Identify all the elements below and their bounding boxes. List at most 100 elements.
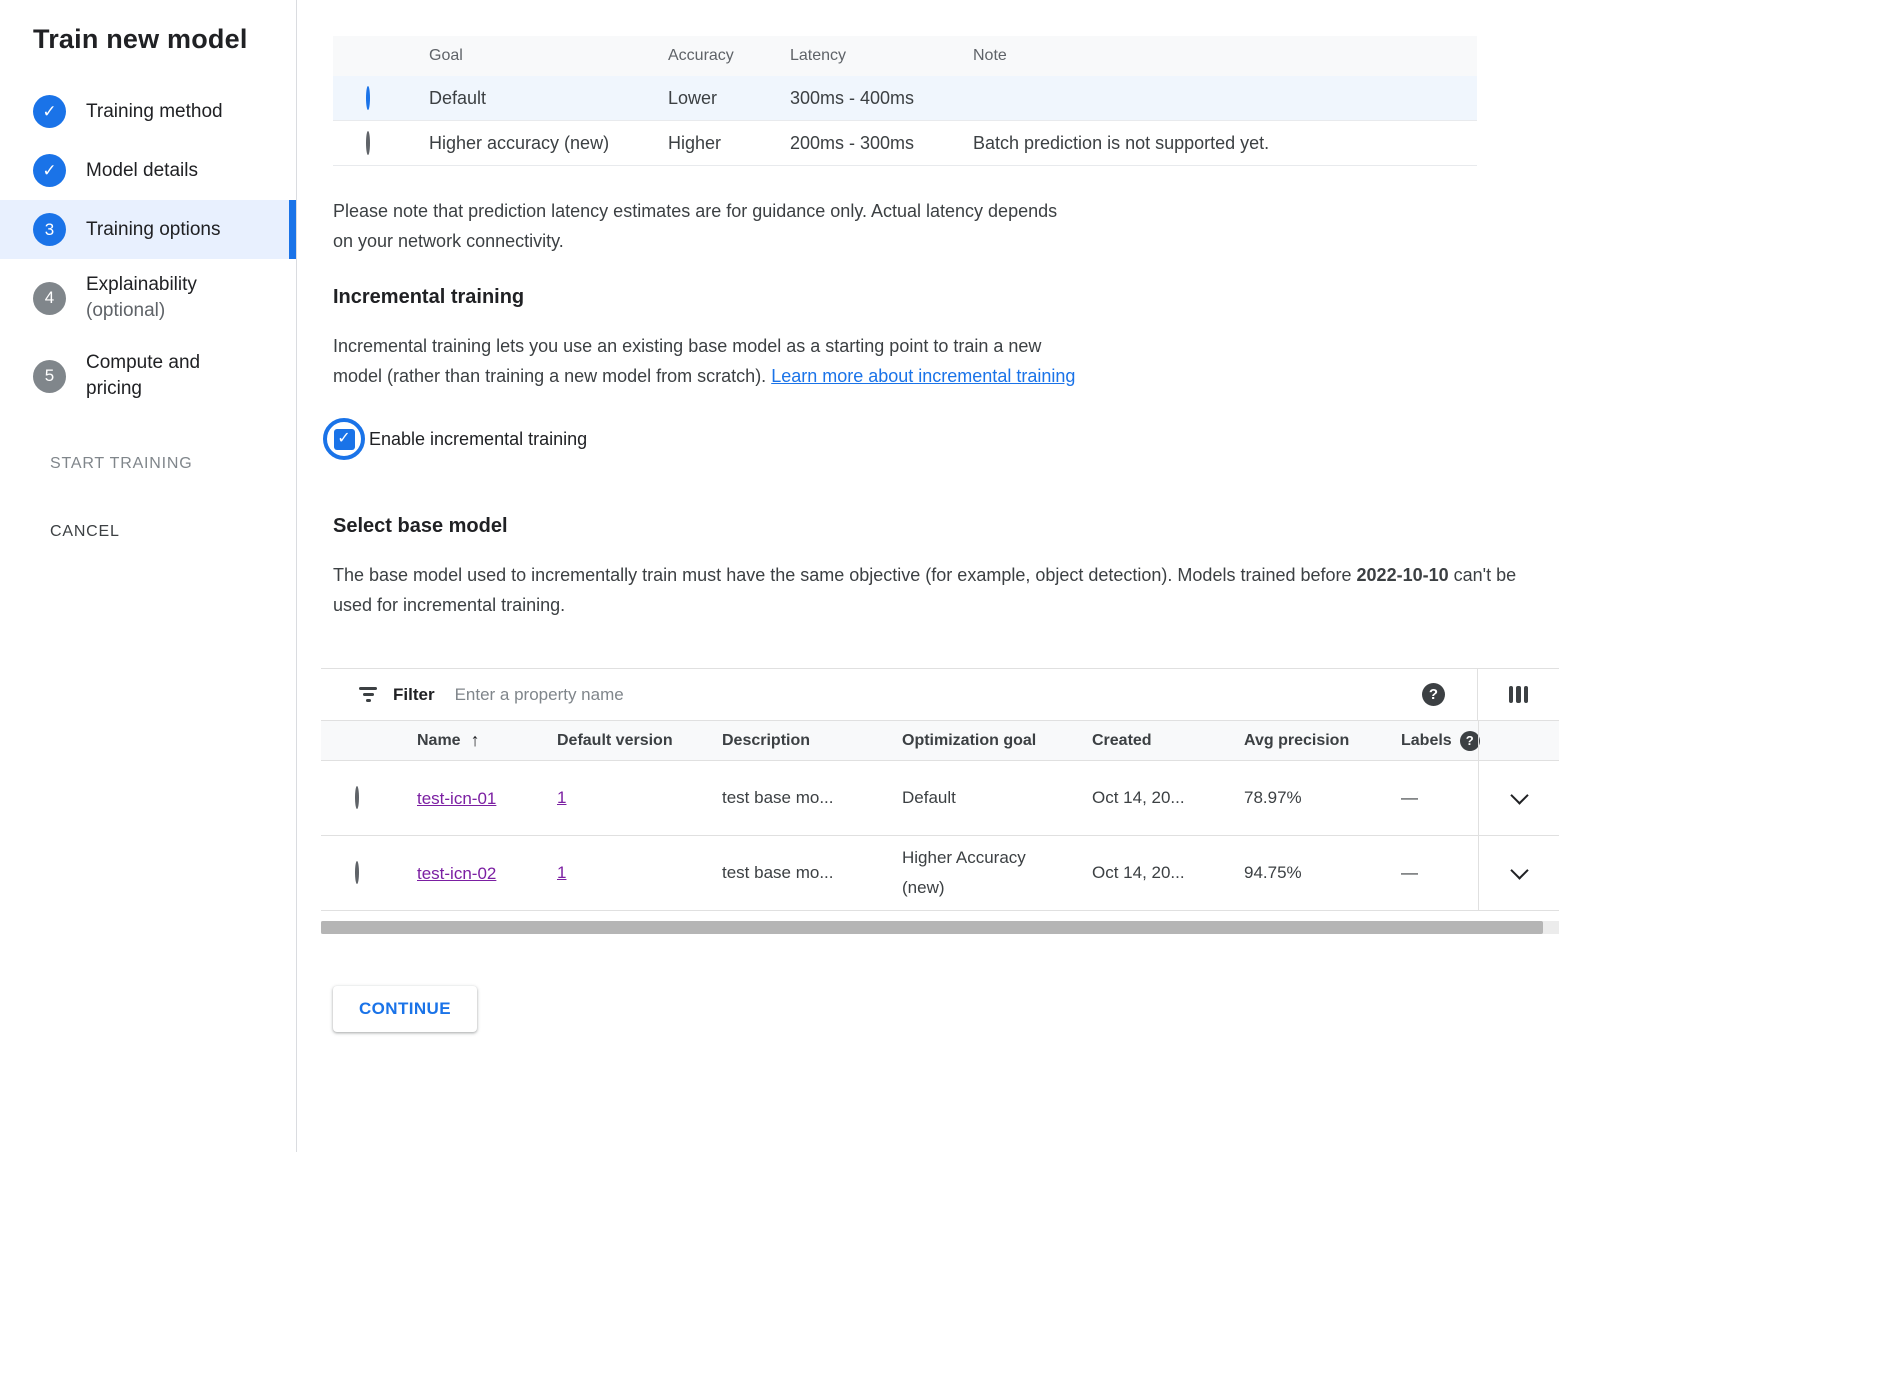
step-label: Explainability (optional) (86, 272, 197, 324)
avg-precision-column-header: Avg precision (1244, 732, 1401, 750)
learn-more-link[interactable]: Learn more about incremental training (771, 366, 1075, 386)
expand-cell (1478, 836, 1560, 910)
step-compute-pricing[interactable]: 5 Compute and pricing (0, 337, 296, 415)
horizontal-scrollbar (321, 921, 1559, 934)
stepper: ✓ Training method ✓ Model details 3 Trai… (0, 82, 296, 415)
goal-header: Goal (429, 47, 668, 65)
scrollbar-thumb[interactable] (321, 921, 1543, 934)
created-cell: Oct 14, 20... (1092, 788, 1244, 808)
main-content: Goal Accuracy Latency Note Default Lower… (321, 0, 1559, 1032)
step-complete-icon: ✓ (33, 154, 66, 187)
radio-cell (321, 788, 417, 808)
enable-incremental-label: Enable incremental training (369, 429, 587, 450)
model-row-test-icn-02[interactable]: test-icn-02 1 test base mo... Higher Acc… (321, 836, 1559, 911)
step-explainability[interactable]: 4 Explainability (optional) (0, 259, 296, 337)
step-training-options[interactable]: 3 Training options (0, 200, 296, 259)
accuracy-header: Accuracy (668, 47, 790, 65)
enable-incremental-row: ✓ Enable incremental training (323, 415, 1559, 463)
filter-icon (358, 687, 378, 702)
question-mark: ? (1466, 733, 1474, 748)
radio-higher-accuracy[interactable] (366, 131, 370, 155)
filter-label: Filter (393, 685, 435, 705)
column-options-cell (1477, 669, 1559, 720)
base-model-table: Filter ? Name ↑ Default version Descript… (321, 668, 1559, 911)
check-icon: ✓ (337, 431, 350, 447)
cancel-button[interactable]: CANCEL (50, 523, 120, 541)
name-header-label: Name (417, 727, 461, 754)
expand-column-header (1478, 721, 1560, 760)
goal-row-higher-accuracy[interactable]: Higher accuracy (new) Higher 200ms - 300… (333, 121, 1477, 166)
labels-cell: — (1401, 788, 1478, 808)
created-column-header: Created (1092, 732, 1244, 750)
name-cell: test-icn-02 (417, 860, 557, 887)
avg-precision-cell: 78.97% (1244, 788, 1401, 808)
note-cell: Batch prediction is not supported yet. (973, 133, 1477, 154)
sort-ascending-icon: ↑ (471, 727, 480, 754)
select-base-model-heading: Select base model (333, 515, 1559, 538)
version-link[interactable]: 1 (557, 788, 566, 807)
chevron-down-icon[interactable] (1510, 786, 1528, 804)
question-mark: ? (1429, 686, 1438, 703)
latency-cell: 300ms - 400ms (790, 88, 973, 109)
enable-incremental-checkbox[interactable]: ✓ (334, 429, 355, 450)
incremental-training-description: Incremental training lets you use an exi… (333, 331, 1083, 391)
goal-cell: Higher accuracy (new) (429, 133, 668, 154)
wizard-sidebar: Train new model ✓ Training method ✓ Mode… (0, 0, 297, 1152)
name-cell: test-icn-01 (417, 785, 557, 812)
model-radio-02[interactable] (355, 861, 359, 884)
note-header: Note (973, 47, 1477, 65)
help-icon[interactable]: ? (1422, 683, 1445, 706)
expand-cell (1478, 761, 1560, 835)
incremental-training-heading: Incremental training (333, 286, 1559, 309)
version-cell: 1 (557, 863, 722, 883)
latency-cell: 200ms - 300ms (790, 133, 973, 154)
page-title: Train new model (33, 24, 296, 55)
step-label-main: Explainability (86, 274, 197, 295)
step-label: Compute and pricing (86, 350, 236, 402)
filter-input[interactable] (455, 685, 1422, 705)
version-column-header: Default version (557, 732, 722, 750)
accuracy-cell: Lower (668, 88, 790, 109)
created-cell: Oct 14, 20... (1092, 863, 1244, 883)
latency-header: Latency (790, 47, 973, 65)
check-icon: ✓ (42, 161, 56, 181)
goal-cell: Default (429, 88, 668, 109)
radio-default[interactable] (366, 86, 370, 110)
labels-cell: — (1401, 863, 1478, 883)
model-name-link[interactable]: test-icn-01 (417, 789, 496, 808)
step-label-optional: (optional) (86, 300, 165, 321)
model-row-test-icn-01[interactable]: test-icn-01 1 test base mo... Default Oc… (321, 761, 1559, 836)
step-training-method[interactable]: ✓ Training method (0, 82, 296, 141)
filter-bar: Filter ? (321, 669, 1559, 721)
start-training-button[interactable]: START TRAINING (50, 455, 192, 473)
radio-cell (333, 88, 429, 109)
labels-header-label: Labels (1401, 732, 1452, 750)
description-cell: test base mo... (722, 788, 902, 808)
step-number-badge: 4 (33, 282, 66, 315)
chevron-down-icon[interactable] (1510, 861, 1528, 879)
cutoff-date: 2022-10-10 (1357, 565, 1449, 585)
continue-button[interactable]: CONTINUE (333, 986, 477, 1032)
description-prefix: The base model used to incrementally tra… (333, 565, 1357, 585)
radio-cell (333, 133, 429, 154)
latency-disclaimer: Please note that prediction latency esti… (333, 196, 1065, 256)
goal-row-default[interactable]: Default Lower 300ms - 400ms (333, 76, 1477, 121)
avg-precision-cell: 94.75% (1244, 863, 1401, 883)
description-cell: test base mo... (722, 863, 902, 883)
version-link[interactable]: 1 (557, 863, 566, 882)
model-table-header: Name ↑ Default version Description Optim… (321, 721, 1559, 761)
step-model-details[interactable]: ✓ Model details (0, 141, 296, 200)
description-column-header: Description (722, 732, 902, 750)
name-sort-control[interactable]: Name ↑ (417, 727, 507, 754)
labels-help-icon[interactable]: ? (1460, 731, 1480, 751)
goal-table-header: Goal Accuracy Latency Note (333, 36, 1477, 76)
step-label: Training method (86, 99, 223, 125)
step-label: Training options (86, 217, 220, 243)
accuracy-cell: Higher (668, 133, 790, 154)
version-cell: 1 (557, 788, 722, 808)
model-radio-01[interactable] (355, 786, 359, 809)
model-name-link[interactable]: test-icn-02 (417, 864, 496, 883)
step-number-badge: 5 (33, 360, 66, 393)
column-display-options-icon[interactable] (1509, 686, 1529, 703)
base-model-description: The base model used to incrementally tra… (333, 560, 1549, 620)
